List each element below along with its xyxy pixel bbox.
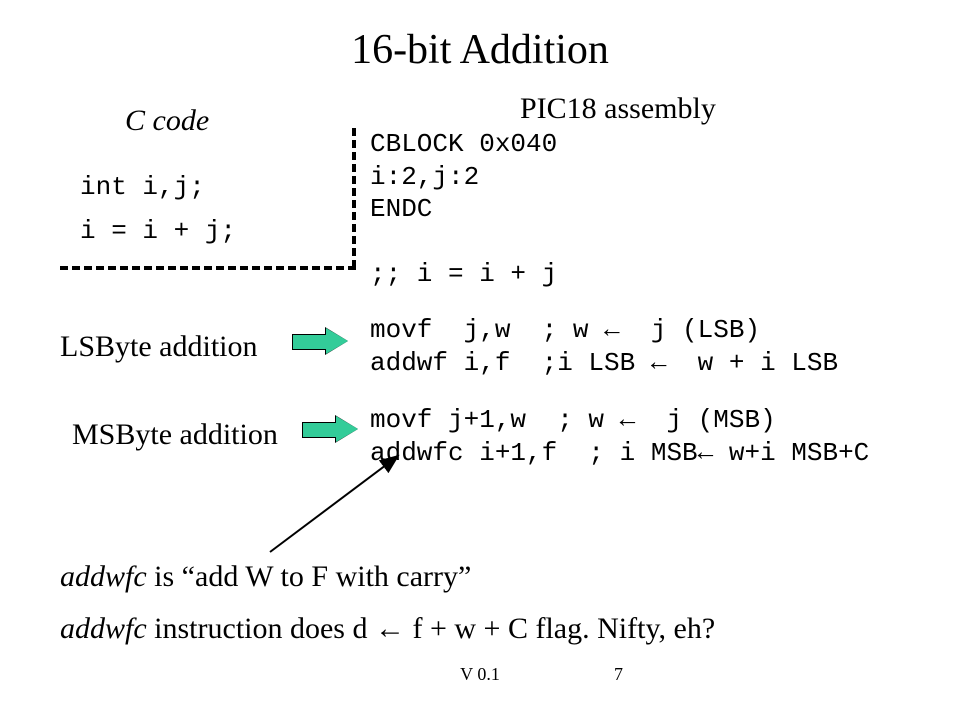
c-code-line1: int i,j; (80, 172, 205, 202)
divider-horizontal (60, 266, 356, 270)
label-pic18-assembly: PIC18 assembly (520, 92, 716, 126)
asm-cblock: CBLOCK 0x040 i:2,j:2 ENDC ;; i = i + j (370, 128, 557, 291)
footnote1-text: is “add W to F with carry” (147, 560, 472, 593)
arrow-lsb-icon (292, 328, 348, 354)
label-msbyte: MSByte addition (72, 418, 278, 452)
footer-version: V 0.1 (0, 664, 960, 685)
footnote-addwfc-def: addwfc is “add W to F with carry” (60, 560, 471, 594)
footnote-addwfc-eq: addwfc instruction does d ← f + w + C fl… (60, 612, 715, 646)
footnote1-keyword: addwfc (60, 560, 147, 593)
divider-vertical (352, 128, 356, 268)
slide: 16-bit Addition C code PIC18 assembly in… (0, 0, 960, 720)
footer-page-number: 7 (614, 664, 623, 685)
arrow-msb-icon (302, 416, 358, 442)
label-lsbyte: LSByte addition (60, 330, 258, 364)
asm-msbyte: movf j+1,w ; w ← j (MSB) addwfc i+1,f ; … (370, 404, 869, 469)
label-c-code: C code (125, 104, 209, 138)
asm-lsbyte: movf j,w ; w ← j (LSB) addwf i,f ;i LSB … (370, 314, 838, 379)
c-code-line2: i = i + j; (80, 216, 236, 246)
footnote2-text: instruction does d ← f + w + C flag. Nif… (147, 612, 715, 645)
slide-title: 16-bit Addition (0, 26, 960, 74)
footnote2-keyword: addwfc (60, 612, 147, 645)
